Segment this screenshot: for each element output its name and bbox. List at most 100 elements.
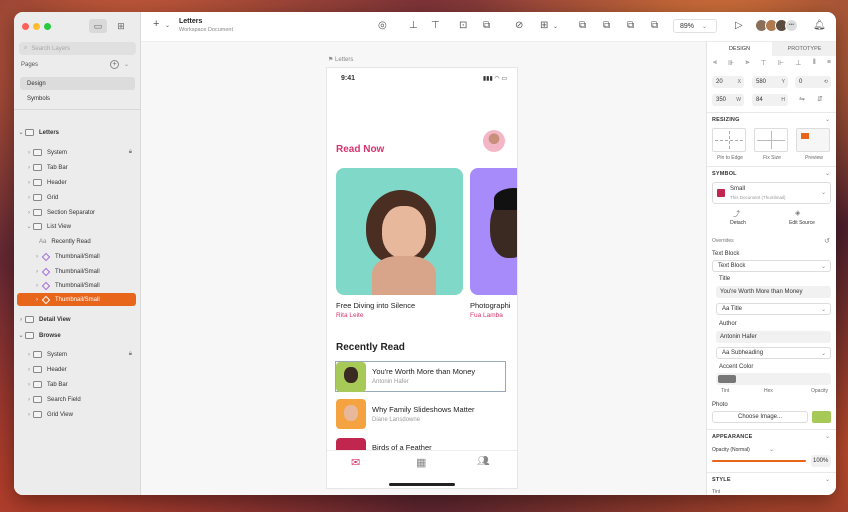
symbol-select[interactable]: Small This Document (Thumbnail) ⌄: [712, 182, 831, 204]
layer-section-separator[interactable]: › Section Separator: [17, 206, 136, 219]
minimize-window-button[interactable]: [33, 23, 40, 30]
align-top-icon[interactable]: ⊤: [431, 20, 440, 31]
edit-source-icon[interactable]: ◈: [795, 209, 800, 217]
accent-color-field[interactable]: [716, 373, 831, 385]
align-middle-icon[interactable]: ⊩: [778, 59, 784, 67]
card-image[interactable]: [336, 168, 463, 295]
inbox-tab-icon[interactable]: ✉: [351, 456, 360, 469]
chevron-right-icon[interactable]: ›: [25, 397, 33, 403]
zoom-window-button[interactable]: [44, 23, 51, 30]
lock-icon[interactable]: 🔒︎: [129, 149, 132, 156]
align-bottom-icon[interactable]: ⊥: [409, 20, 418, 31]
chevron-right-icon[interactable]: ›: [25, 195, 33, 201]
union-icon[interactable]: ⧉: [579, 20, 586, 31]
chevron-right-icon[interactable]: ›: [17, 317, 25, 323]
layer-recently-read[interactable]: Aa Recently Read: [17, 235, 136, 248]
layer-grid-view[interactable]: › Grid View: [17, 408, 136, 421]
chevron-down-icon[interactable]: ⌄: [825, 116, 830, 123]
close-window-button[interactable]: [22, 23, 29, 30]
chevron-down-icon[interactable]: ⌄: [165, 22, 170, 29]
chevron-down-icon[interactable]: ⌄: [553, 23, 558, 30]
layer-header[interactable]: › Header: [17, 363, 136, 376]
author-style-select[interactable]: Aa Subheading ⌄: [716, 347, 831, 359]
edit-icon[interactable]: ⊘: [515, 20, 523, 31]
title-override-field[interactable]: You're Worth More than Money: [716, 286, 831, 298]
pin-to-edge-widget[interactable]: [712, 128, 746, 152]
chevron-right-icon[interactable]: ›: [25, 150, 33, 156]
layer-group-detail-view[interactable]: › Detail View: [17, 313, 136, 326]
scale-icon[interactable]: ⊞: [540, 20, 548, 31]
chevron-down-icon[interactable]: ⌄: [124, 61, 129, 68]
choose-image-button[interactable]: Choose Image...: [712, 411, 808, 423]
chevron-down-icon[interactable]: ⌄: [25, 223, 33, 230]
components-grid-icon[interactable]: ⊞: [112, 19, 130, 33]
align-top-icon[interactable]: ⊤: [761, 59, 767, 67]
collaborators-avatars[interactable]: •••: [755, 19, 798, 32]
chevron-right-icon[interactable]: ›: [25, 352, 33, 358]
flip-vertical-icon[interactable]: ⇵: [817, 95, 823, 103]
page-item-symbols[interactable]: Symbols: [20, 92, 135, 105]
tab-design[interactable]: DESIGN: [707, 42, 772, 56]
chevron-down-icon[interactable]: ⌄: [17, 332, 25, 339]
layer-thumbnail-small[interactable]: › Thumbnail/Small: [17, 265, 136, 278]
play-preview-icon[interactable]: ▷: [735, 20, 743, 31]
distribute-icon[interactable]: ⦀: [813, 59, 816, 67]
difference-icon[interactable]: ⧉: [651, 20, 658, 31]
chevron-down-icon[interactable]: ⌄: [825, 170, 830, 177]
symbol-icon[interactable]: ◎: [378, 20, 387, 31]
chevron-right-icon[interactable]: ›: [25, 382, 33, 388]
grid-tab-icon[interactable]: ▦: [416, 456, 426, 469]
sidebar-toggle-icon[interactable]: ▭: [89, 19, 107, 33]
layer-group-browse[interactable]: ⌄ Browse: [17, 329, 136, 342]
chevron-down-icon[interactable]: ⌄: [769, 446, 774, 453]
reset-overrides-icon[interactable]: ↺: [824, 237, 830, 245]
height-field[interactable]: 84 H: [752, 94, 788, 106]
width-field[interactable]: 350 W: [712, 94, 744, 106]
search-layers-input[interactable]: ⌕ Search Layers: [19, 42, 136, 55]
bell-icon[interactable]: 🔔︎: [813, 20, 826, 31]
chevron-right-icon[interactable]: ›: [25, 412, 33, 418]
layer-group-letters[interactable]: ⌄ Letters: [17, 126, 136, 139]
intersect-icon[interactable]: ⧉: [627, 20, 634, 31]
align-bottom-icon[interactable]: ⊥: [795, 59, 801, 67]
detach-icon[interactable]: ⤴: [733, 209, 740, 219]
add-page-icon[interactable]: +: [110, 60, 119, 69]
layer-thumbnail-small[interactable]: › Thumbnail/Small: [17, 279, 136, 292]
align-right-icon[interactable]: ⫸: [745, 59, 749, 67]
subtract-icon[interactable]: ⧉: [603, 20, 610, 31]
chevron-right-icon[interactable]: ›: [33, 297, 41, 303]
flip-horizontal-icon[interactable]: ⇋: [799, 95, 805, 103]
author-override-field[interactable]: Antonin Hafer: [716, 331, 831, 343]
chevron-right-icon[interactable]: ›: [25, 165, 33, 171]
y-field[interactable]: 580 Y: [752, 76, 788, 88]
layer-tab-bar[interactable]: › Tab Bar: [17, 378, 136, 391]
edit-source-button[interactable]: Edit Source: [783, 220, 821, 226]
tab-prototype[interactable]: PROTOTYPE: [772, 42, 836, 56]
people-tab-icon[interactable]: 👥︎: [477, 456, 490, 467]
chevron-down-icon[interactable]: ⌄: [825, 433, 830, 440]
zoom-select[interactable]: 89% ⌄: [673, 19, 717, 33]
lock-icon[interactable]: 🔒︎: [129, 351, 132, 358]
frame-icon[interactable]: ⊡: [459, 20, 467, 31]
chevron-right-icon[interactable]: ›: [25, 180, 33, 186]
text-block-select[interactable]: Text Block ⌄: [712, 260, 831, 272]
chevron-down-icon[interactable]: ⌄: [17, 129, 25, 136]
chevron-right-icon[interactable]: ›: [33, 283, 41, 289]
layer-system[interactable]: › System 🔒︎: [17, 146, 136, 159]
rotation-field[interactable]: 0 ⟲: [795, 76, 831, 88]
layer-thumbnail-small[interactable]: › Thumbnail/Small: [17, 250, 136, 263]
align-center-icon[interactable]: ⊪: [728, 59, 734, 67]
opacity-slider[interactable]: [712, 460, 806, 462]
detach-button[interactable]: Detach: [721, 220, 755, 226]
layer-search-field[interactable]: › Search Field: [17, 393, 136, 406]
layer-thumbnail-small-selected[interactable]: › Thumbnail/Small: [17, 293, 136, 306]
card-image[interactable]: [470, 168, 517, 295]
chevron-right-icon[interactable]: ›: [33, 254, 41, 260]
fix-size-widget[interactable]: [754, 128, 788, 152]
chevron-right-icon[interactable]: ›: [25, 367, 33, 373]
list-item-thumbnail[interactable]: [336, 399, 366, 429]
page-item-design[interactable]: Design: [20, 77, 135, 90]
chevron-right-icon[interactable]: ›: [33, 269, 41, 275]
canvas[interactable]: ⚑ Letters 9:41 ▮▮▮ ◠ ▭ Read Now Free Div…: [141, 42, 706, 495]
artboard-letters[interactable]: 9:41 ▮▮▮ ◠ ▭ Read Now Free Diving into S…: [327, 68, 517, 488]
